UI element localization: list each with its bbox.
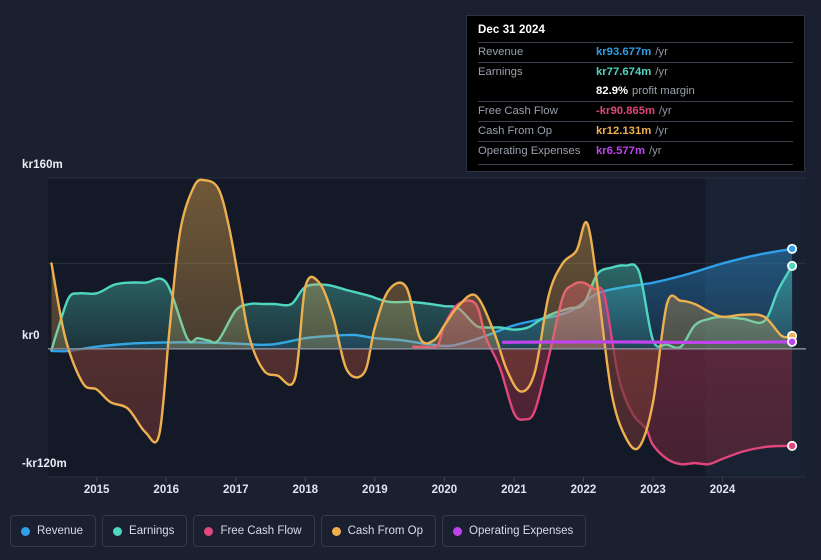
- x-axis-tick-2017: 2017: [222, 484, 249, 496]
- x-axis-tick-2021: 2021: [501, 484, 527, 496]
- tooltip-row-earnings: Earnings kr77.674m/yr: [478, 62, 793, 82]
- tooltip-row-value: kr12.131m: [596, 125, 652, 137]
- tooltip-row-profit-margin: 82.9% profit margin: [478, 82, 793, 101]
- tooltip-row-unit: /yr: [655, 125, 668, 137]
- tooltip-bottom-divider: [478, 164, 793, 165]
- legend-color-dot-icon: [453, 526, 463, 536]
- tooltip-row-label: Earnings: [478, 66, 523, 78]
- tooltip-row-operating-expenses: Operating Expenses kr6.577m/yr: [478, 141, 793, 161]
- legend-item-cash-from-op[interactable]: Cash From Op: [320, 515, 437, 547]
- tooltip-row-value: 82.9%: [596, 85, 629, 97]
- legend-color-dot-icon: [21, 526, 30, 536]
- tooltip-date: Dec 31 2024: [478, 24, 545, 36]
- legend-item-earnings[interactable]: Earnings: [102, 515, 188, 547]
- tooltip-row-unit: /yr: [655, 66, 668, 78]
- tooltip-row-label: Free Cash Flow: [478, 105, 558, 117]
- tooltip-row-revenue: Revenue kr93.677m/yr: [478, 42, 793, 62]
- tooltip-row-unit: /yr: [649, 145, 662, 157]
- legend-item-label: Cash From Op: [347, 525, 424, 537]
- y-axis-label-top: kr160m: [22, 159, 63, 171]
- x-axis-tick-2023: 2023: [640, 484, 666, 496]
- tooltip-row-unit: /yr: [659, 105, 672, 117]
- tooltip-row-value: kr6.577m: [596, 145, 645, 157]
- y-axis-label-zero: kr0: [22, 329, 40, 342]
- legend-color-dot-icon: [113, 526, 123, 536]
- tooltip-rows: Revenue kr93.677m/yr Earnings kr77.674m/yr 8…: [478, 42, 793, 161]
- x-axis-tick-2019: 2019: [362, 484, 388, 496]
- tooltip-row-free-cash-flow: Free Cash Flow -kr90.865m/yr: [478, 101, 793, 121]
- x-axis-tick-2022: 2022: [570, 484, 597, 496]
- tooltip-row-label: Cash From Op: [478, 125, 553, 137]
- tooltip-row-value: kr93.677m: [596, 46, 652, 58]
- tooltip-row-subtext: profit margin: [632, 85, 695, 97]
- x-axis-tick-2018: 2018: [292, 484, 319, 496]
- tooltip-row-value: -kr90.865m: [596, 105, 656, 117]
- legend-item-label: Free Cash Flow: [220, 525, 302, 537]
- legend-color-dot-icon: [331, 526, 341, 536]
- x-axis-tick-2015: 2015: [83, 484, 110, 496]
- chart-legend[interactable]: Revenue Earnings Free Cash Flow Cash From O…: [10, 515, 587, 547]
- y-axis-label-bottom: -kr120m: [22, 458, 67, 470]
- legend-item-free-cash-flow[interactable]: Free Cash Flow: [193, 515, 315, 547]
- tooltip-row-label: Operating Expenses: [478, 145, 581, 157]
- tooltip-row-cash-from-op: Cash From Op kr12.131m/yr: [478, 121, 793, 141]
- tooltip-row-unit: /yr: [655, 46, 668, 58]
- data-tooltip: Dec 31 2024 Revenue kr93.677m/yr Earnings k…: [466, 15, 805, 172]
- financial-chart: kr160m kr0 -kr120m 2015 2016 2017 2018 2019 2…: [0, 0, 821, 560]
- legend-color-dot-icon: [204, 526, 214, 536]
- x-axis-tick-2020: 2020: [431, 484, 458, 496]
- x-axis-tick-2024: 2024: [709, 484, 736, 496]
- legend-item-label: Earnings: [129, 525, 175, 537]
- tooltip-row-value: kr77.674m: [596, 66, 652, 78]
- legend-item-revenue[interactable]: Revenue: [10, 515, 97, 547]
- legend-item-label: Operating Expenses: [469, 525, 574, 537]
- tooltip-row-label: Revenue: [478, 46, 524, 58]
- x-axis-tick-2016: 2016: [153, 484, 180, 496]
- legend-item-label: Revenue: [37, 525, 84, 537]
- legend-item-operating-expenses[interactable]: Operating Expenses: [442, 515, 587, 547]
